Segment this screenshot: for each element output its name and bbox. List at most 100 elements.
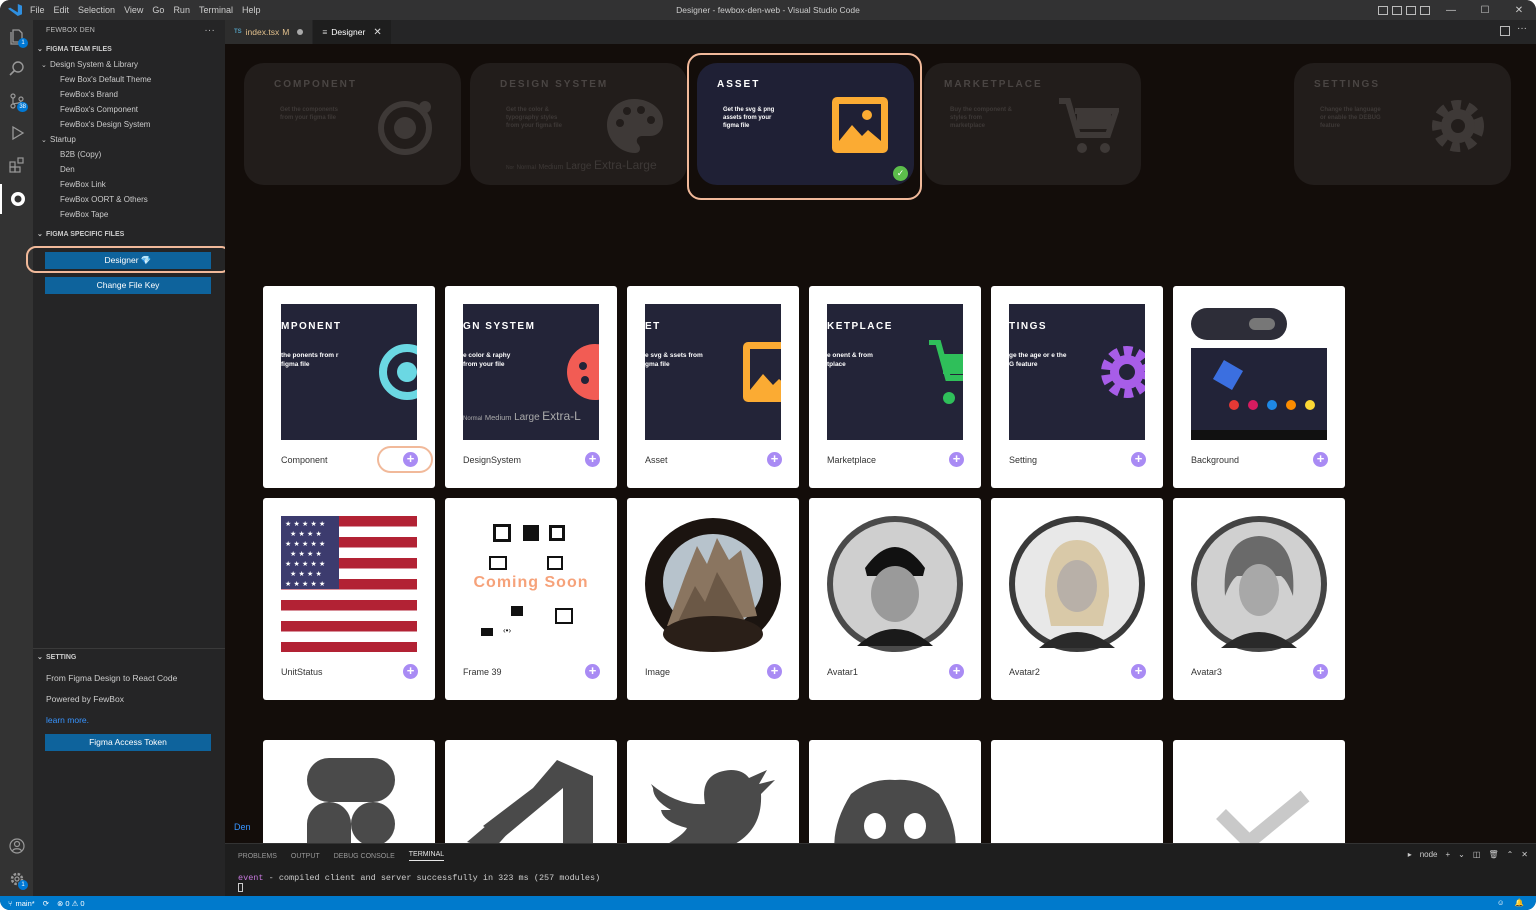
add-plus-icon[interactable]: + xyxy=(767,452,782,467)
fewbox-den-icon[interactable] xyxy=(0,184,33,214)
hero-card-marketplace[interactable]: MARKETPLACE Buy the component & styles f… xyxy=(924,63,1141,185)
add-plus-icon[interactable]: + xyxy=(767,664,782,679)
hero-card-asset[interactable]: ASSET Get the svg & png assets from your… xyxy=(697,63,914,185)
figma-access-token-button[interactable]: Figma Access Token xyxy=(45,734,211,751)
asset-tile-component[interactable]: MPONENT the ponents from r figma file Co… xyxy=(263,286,435,488)
learn-more-link[interactable]: learn more. xyxy=(33,710,225,731)
maximize-button[interactable]: ☐ xyxy=(1468,5,1502,16)
menu-terminal[interactable]: Terminal xyxy=(199,5,233,15)
hero-card-settings[interactable]: SETTINGS Change the language or enable t… xyxy=(1294,63,1511,185)
more-actions-icon[interactable]: ··· xyxy=(204,20,215,42)
asset-tile-avatar2[interactable]: Avatar2 + xyxy=(991,498,1163,700)
tree-item[interactable]: FewBox OORT & Others xyxy=(33,192,225,207)
asset-tile-twitter[interactable] xyxy=(627,740,799,843)
tree-item[interactable]: FewBox's Component xyxy=(33,102,225,117)
tree-item[interactable]: FewBox Link xyxy=(33,177,225,192)
asset-tile-design-system[interactable]: GN SYSTEM e color & raphy from your file… xyxy=(445,286,617,488)
tree-item[interactable]: FewBox's Brand xyxy=(33,87,225,102)
tab-designer[interactable]: ≡ Designer ✕ xyxy=(313,20,392,44)
tree-item[interactable]: ⌄ Design System & Library xyxy=(33,57,225,72)
tree-item[interactable]: FewBox Tape xyxy=(33,207,225,222)
add-plus-icon[interactable]: + xyxy=(585,664,600,679)
menu-run[interactable]: Run xyxy=(173,5,190,15)
toggle-secondary-sidebar-icon[interactable] xyxy=(1406,5,1416,15)
minimize-button[interactable]: — xyxy=(1434,5,1468,16)
tree-item[interactable]: Den xyxy=(33,162,225,177)
run-debug-icon[interactable] xyxy=(0,118,33,148)
setting-panel: ⌄ SETTING From Figma Design to React Cod… xyxy=(33,648,225,751)
tab-output[interactable]: OUTPUT xyxy=(291,853,320,860)
asset-tile-background[interactable]: Background + xyxy=(1173,286,1345,488)
asset-tile-discord[interactable] xyxy=(809,740,981,843)
new-terminal-icon[interactable]: + xyxy=(1446,850,1451,859)
specific-files-section-header[interactable]: ⌄ FIGMA SPECIFIC FILES xyxy=(33,227,225,242)
add-plus-icon[interactable]: + xyxy=(1313,664,1328,679)
asset-tile-marketplace[interactable]: KETPLACE e onent & from tplace Marketpla… xyxy=(809,286,981,488)
add-plus-icon[interactable]: + xyxy=(585,452,600,467)
change-file-key-button[interactable]: Change File Key xyxy=(45,277,211,294)
manage-gear-icon[interactable]: 1 xyxy=(0,864,33,894)
menu-selection[interactable]: Selection xyxy=(78,5,115,15)
split-terminal-icon[interactable]: ◫ xyxy=(1473,850,1481,859)
asset-tile-asset[interactable]: ET e svg & ssets from gma file Asset + xyxy=(627,286,799,488)
terminal-cursor xyxy=(238,883,243,892)
asset-tile-vscode[interactable] xyxy=(445,740,617,843)
menu-view[interactable]: View xyxy=(124,5,143,15)
asset-tile-avatar3[interactable]: Avatar3 + xyxy=(1173,498,1345,700)
tree-item[interactable]: ⌄ Startup xyxy=(33,132,225,147)
feedback-icon[interactable]: ☺ xyxy=(1497,898,1505,907)
tree-item[interactable]: FewBox's Design System xyxy=(33,117,225,132)
tab-index-tsx[interactable]: TS index.tsx M xyxy=(225,20,314,44)
close-window-button[interactable]: ✕ xyxy=(1502,5,1536,16)
split-editor-icon[interactable] xyxy=(1500,26,1510,36)
tree-item[interactable]: B2B (Copy) xyxy=(33,147,225,162)
close-tab-icon[interactable]: ✕ xyxy=(373,27,381,38)
tab-debug-console[interactable]: DEBUG CONSOLE xyxy=(334,853,395,860)
asset-tile-frame-39[interactable]: Coming Soon ‹•› Frame 39 + xyxy=(445,498,617,700)
problems-count[interactable]: ⊗ 0 ⚠ 0 xyxy=(57,899,85,908)
more-actions-icon[interactable]: ··· xyxy=(1517,23,1527,34)
add-plus-icon[interactable]: + xyxy=(403,664,418,679)
toggle-sidebar-icon[interactable] xyxy=(1378,5,1388,15)
accounts-icon[interactable] xyxy=(0,831,33,861)
sync-icon[interactable]: ⟳ xyxy=(43,899,49,908)
menu-go[interactable]: Go xyxy=(152,5,164,15)
extensions-icon[interactable] xyxy=(0,150,33,180)
chevron-down-icon[interactable]: ⌄ xyxy=(1458,850,1465,859)
tab-terminal[interactable]: TERMINAL xyxy=(408,851,445,861)
chevron-up-icon[interactable]: ⌃ xyxy=(1507,850,1514,859)
asset-tile-image[interactable]: Image + xyxy=(627,498,799,700)
terminal-shell-label[interactable]: node xyxy=(1420,850,1438,859)
asset-tile-avatar1[interactable]: Avatar1 + xyxy=(809,498,981,700)
git-branch[interactable]: main* xyxy=(16,899,35,908)
asset-tile-check[interactable] xyxy=(1173,740,1345,843)
menu-help[interactable]: Help xyxy=(242,5,261,15)
add-plus-icon[interactable]: + xyxy=(1131,452,1146,467)
terminal-output[interactable]: event - compiled client and server succe… xyxy=(225,873,1536,883)
menu-file[interactable]: File xyxy=(30,5,45,15)
notifications-bell-icon[interactable]: 🔔 xyxy=(1515,898,1524,907)
source-control-icon[interactable]: 38 xyxy=(0,86,33,116)
add-plus-icon[interactable]: + xyxy=(1131,664,1146,679)
toggle-panel-icon[interactable] xyxy=(1392,5,1402,15)
setting-section-header[interactable]: ⌄ SETTING xyxy=(33,650,225,665)
search-icon[interactable] xyxy=(0,54,33,84)
add-plus-icon[interactable]: + xyxy=(949,452,964,467)
asset-tile-setting[interactable]: TINGS ge the age or e the G feature Sett… xyxy=(991,286,1163,488)
add-plus-icon[interactable]: + xyxy=(949,664,964,679)
tree-item[interactable]: Few Box's Default Theme xyxy=(33,72,225,87)
gear-icon xyxy=(1432,100,1484,152)
menu-edit[interactable]: Edit xyxy=(54,5,70,15)
tab-problems[interactable]: PROBLEMS xyxy=(238,853,277,860)
team-files-section-header[interactable]: ⌄ FIGMA TEAM FILES xyxy=(33,42,225,57)
explorer-icon[interactable]: 1 xyxy=(0,22,33,52)
asset-tile-figma[interactable] xyxy=(263,740,435,843)
asset-tile-unitstatus[interactable]: ★ ★ ★ ★ ★ ★ ★ ★ ★ ★ ★ ★ ★ ★ ★ ★ ★ ★ ★ ★ ★ ★ … xyxy=(263,498,435,700)
add-plus-icon[interactable]: + xyxy=(1313,452,1328,467)
close-panel-icon[interactable]: ✕ xyxy=(1521,850,1528,859)
customize-layout-icon[interactable] xyxy=(1420,5,1430,15)
hero-card-design-system[interactable]: DESIGN SYSTEM Get the color & typography… xyxy=(470,63,687,185)
trash-icon[interactable]: 🗑 xyxy=(1488,850,1498,859)
asset-tile-blank[interactable] xyxy=(991,740,1163,843)
hero-card-component[interactable]: COMPONENT Get the components from your f… xyxy=(244,63,461,185)
